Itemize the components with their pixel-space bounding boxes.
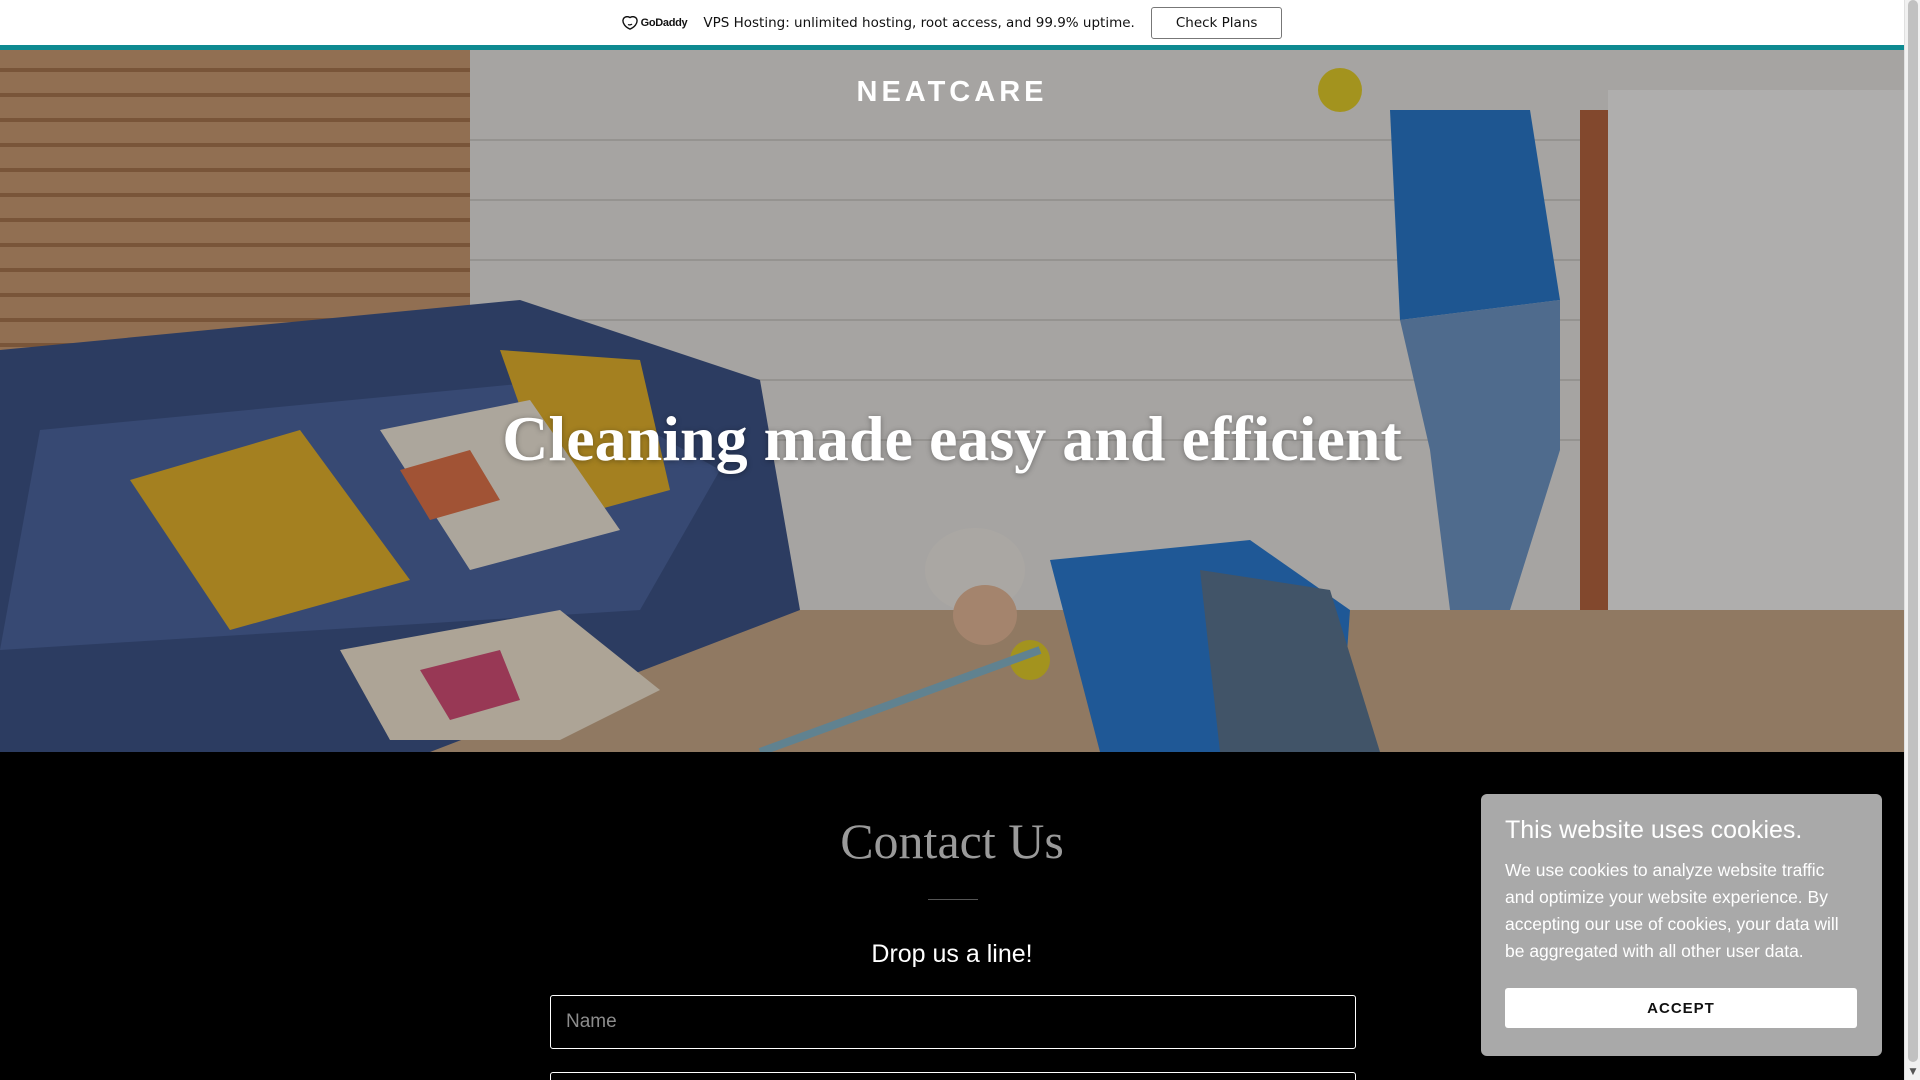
cookie-banner: This website uses cookies. We use cookie… [1481,794,1882,1056]
section-divider [928,899,978,900]
name-input[interactable] [550,995,1356,1049]
godaddy-logo-icon [621,15,638,30]
page-scrollbar[interactable]: ▼ [1904,0,1920,1080]
godaddy-brand-text: GoDaddy [640,16,688,29]
godaddy-logo: GoDaddy [621,15,688,30]
scroll-down-arrow-icon[interactable]: ▼ [1905,1064,1920,1080]
accept-cookies-button[interactable]: ACCEPT [1505,988,1857,1028]
hero-overlay [0,50,1904,752]
check-plans-button[interactable]: Check Plans [1150,6,1283,39]
site-logo[interactable]: NEATCARE [0,76,1904,109]
hero-section: NEATCARE Cleaning made easy and efficien… [0,50,1904,752]
hero-headline: Cleaning made easy and efficient [502,403,1402,474]
cookie-title: This website uses cookies. [1505,816,1803,844]
promo-bar: GoDaddy VPS Hosting: unlimited hosting, … [0,0,1904,50]
promo-message: VPS Hosting: unlimited hosting, root acc… [703,14,1135,31]
email-input[interactable] [550,1072,1356,1080]
scrollbar-thumb[interactable] [1908,0,1918,1062]
cookie-body: We use cookies to analyze website traffi… [1505,860,1839,961]
